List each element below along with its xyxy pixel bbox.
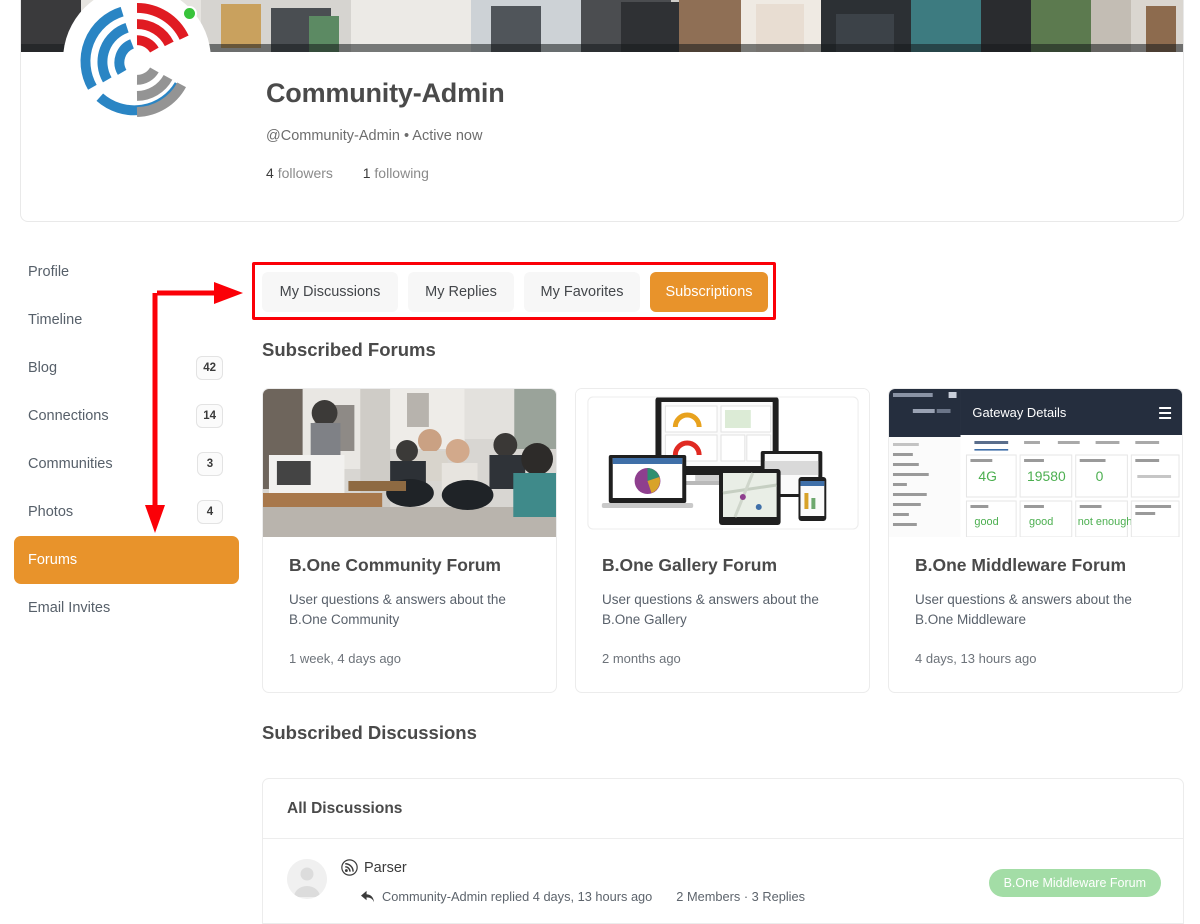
sidebar-item-connections[interactable]: Connections 14 [14,392,239,440]
sidebar-item-forums[interactable]: Forums [14,536,239,584]
page-title: Community-Admin [266,78,505,108]
discussion-meta-row: Community-Admin replied 4 days, 13 hours… [360,889,805,904]
forum-card[interactable]: Gateway Details 4G 19580 0 good good not… [888,388,1183,694]
forum-card[interactable]: B.One Gallery Forum User questions & ans… [575,388,870,694]
all-discussions-header: All Discussions [263,779,1183,839]
forum-card-title[interactable]: B.One Middleware Forum [915,555,1156,576]
sidebar-item-photos[interactable]: Photos 4 [14,488,239,536]
subscribed-forums-title: Subscribed Forums [262,339,436,360]
discussion-title-row: Parser [341,859,407,876]
online-status-dot [182,6,197,21]
svg-text:good: good [1029,516,1053,528]
sidebar-item-timeline[interactable]: Timeline [14,296,239,344]
profile-handle: @Community-Admin • Active now [266,128,483,144]
sidebar-count-connections: 14 [196,404,223,428]
all-discussions-panel: All Discussions Parser Community-Admin r… [262,778,1184,924]
sidebar-item-profile[interactable]: Profile [14,248,239,296]
following-stat[interactable]: 1 following [363,165,429,181]
svg-text:Gateway Details: Gateway Details [972,405,1066,420]
forum-card[interactable]: B.One Community Forum User questions & a… [262,388,557,694]
svg-text:4G: 4G [978,468,997,484]
reply-arrow-icon [361,890,374,903]
annotation-highlight-box [252,262,776,320]
forum-card-title[interactable]: B.One Community Forum [289,555,530,576]
svg-text:0: 0 [1096,468,1104,484]
svg-text:not enough: not enough [1078,516,1133,528]
forum-card-list: B.One Community Forum User questions & a… [262,388,1184,694]
subscribed-discussions-title: Subscribed Discussions [262,722,477,743]
sidebar: Profile Timeline Blog 42 Connections 14 … [14,248,239,632]
sidebar-item-blog[interactable]: Blog 42 [14,344,239,392]
multi-device-mockup [576,389,869,537]
gateway-dashboard-screenshot: Gateway Details 4G 19580 0 good good not… [889,389,1182,537]
forum-card-description: User questions & answers about the B.One… [915,592,1132,627]
user-avatar-placeholder[interactable] [287,859,327,899]
discussion-stats: 2 Members · 3 Replies [676,889,806,904]
profile-header-card: Community-Admin @Community-Admin • Activ… [20,0,1184,222]
discussion-meta: Community-Admin replied 4 days, 13 hours… [382,889,653,904]
forum-card-updated: 4 days, 13 hours ago [915,651,1037,667]
forum-card-body: B.One Gallery Forum User questions & ans… [576,537,869,692]
forum-card-description: User questions & answers about the B.One… [602,592,819,627]
svg-text:good: good [974,516,998,528]
forum-card-description: User questions & answers about the B.One… [289,592,506,627]
avatar[interactable] [67,0,207,130]
forum-card-body: B.One Community Forum User questions & a… [263,537,556,692]
followers-stat[interactable]: 4 followers [266,165,333,181]
sidebar-count-blog: 42 [196,356,223,380]
office-team-photo [263,389,556,537]
forum-card-body: B.One Middleware Forum User questions & … [889,537,1182,692]
sidebar-item-email-invites[interactable]: Email Invites [14,584,239,632]
status-badge[interactable]: B.One Middleware Forum [988,869,1161,897]
bone-circular-logo [80,2,189,118]
discussion-row[interactable]: Parser Community-Admin replied 4 days, 1… [263,839,1183,924]
profile-stats: 4 followers 1 following [266,165,429,181]
sidebar-item-communities[interactable]: Communities 3 [14,440,239,488]
rss-icon [341,859,358,876]
sidebar-count-communities: 3 [197,452,223,476]
forum-card-title[interactable]: B.One Gallery Forum [602,555,843,576]
forum-card-updated: 1 week, 4 days ago [289,651,402,667]
svg-text:19580: 19580 [1027,468,1066,484]
sidebar-count-photos: 4 [197,500,223,524]
forum-card-updated: 2 months ago [602,651,681,667]
discussion-title[interactable]: Parser [364,860,407,876]
